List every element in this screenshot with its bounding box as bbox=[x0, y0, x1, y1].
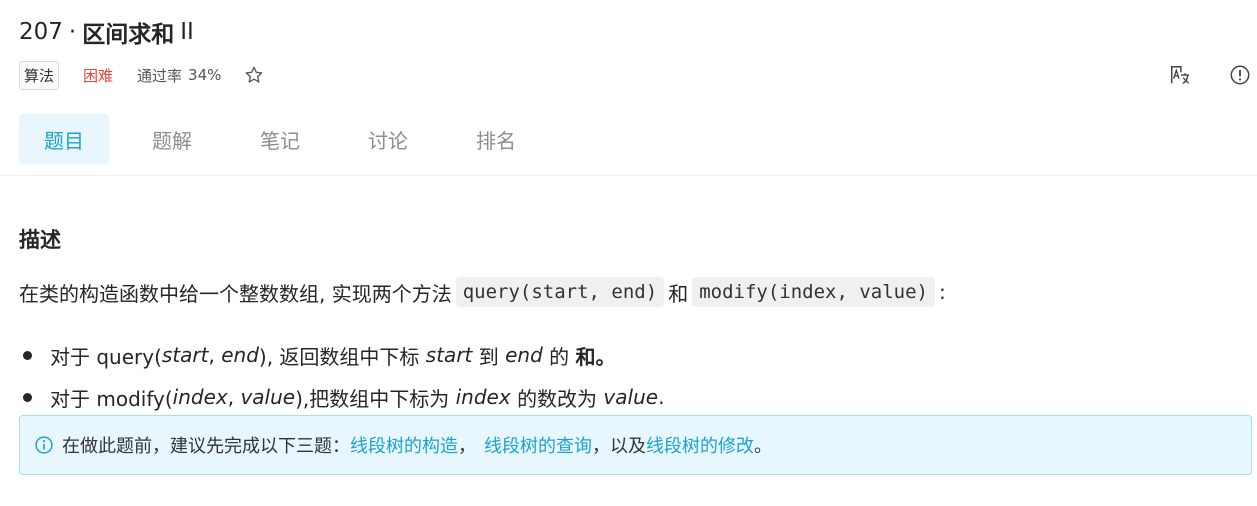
pass-rate-label: 通过率 bbox=[137, 66, 183, 85]
method-list: 对于 query( start , end ), 返回数组中下标 start 到… bbox=[19, 338, 664, 422]
bullet-text: ), 返回数组中下标 bbox=[258, 344, 420, 369]
link-segment-tree-query[interactable]: 线段树的查询 bbox=[484, 432, 592, 458]
notice-separator: ，以及 bbox=[592, 436, 646, 457]
title-separator: · bbox=[68, 19, 77, 45]
difficulty-label: 困难 bbox=[83, 66, 114, 85]
intro-text: 在类的构造函数中给一个整数数组, 实现两个方法 bbox=[19, 281, 452, 306]
bullet-arg: end bbox=[505, 343, 543, 367]
tab-notes[interactable]: 笔记 bbox=[235, 114, 325, 164]
conjunction-text: 和 bbox=[668, 281, 689, 306]
bullet-arg: start bbox=[161, 343, 209, 367]
problem-number: 207 bbox=[19, 19, 63, 45]
bullet-arg: start bbox=[425, 343, 473, 367]
code-query: query(start, end) bbox=[455, 277, 665, 307]
bullet-arg: value bbox=[240, 385, 296, 409]
list-item: 对于 query( start , end ), 返回数组中下标 start 到… bbox=[19, 338, 664, 372]
link-segment-tree-build[interactable]: 线段树的构造 bbox=[350, 432, 458, 458]
bullet-arg: index bbox=[172, 385, 228, 409]
category-tag[interactable]: 算法 bbox=[19, 60, 60, 90]
info-circle-icon[interactable] bbox=[1227, 62, 1253, 88]
tab-problem[interactable]: 题目 bbox=[19, 114, 109, 164]
tabs-divider bbox=[0, 175, 1257, 176]
colon-text: : bbox=[938, 280, 946, 304]
description-text: 在类的构造函数中给一个整数数组, 实现两个方法 query(start, end… bbox=[19, 274, 946, 310]
code-modify: modify(index, value) bbox=[692, 277, 935, 307]
bullet-text: . bbox=[658, 385, 665, 409]
problem-tabs: 题目 题解 笔记 讨论 排名 bbox=[19, 114, 559, 164]
translate-icon[interactable] bbox=[1167, 62, 1193, 88]
bullet-text: , bbox=[227, 385, 241, 409]
problem-meta: 算法 困难 通过率 34% bbox=[19, 60, 265, 90]
bullet-text: 到 bbox=[478, 344, 499, 369]
link-segment-tree-modify[interactable]: 线段树的修改 bbox=[646, 432, 754, 458]
notice-end: 。 bbox=[754, 436, 772, 457]
bullet-text: ),把数组中下标为 bbox=[295, 386, 450, 411]
pass-rate-value: 34% bbox=[188, 66, 222, 84]
bullet-text: 的数改为 bbox=[517, 386, 598, 411]
bullet-dot bbox=[23, 392, 32, 402]
tab-discussion[interactable]: 讨论 bbox=[343, 114, 433, 164]
bullet-text: 的 bbox=[549, 344, 570, 369]
bullet-text: 对于 modify( bbox=[50, 386, 173, 411]
bullet-text: , bbox=[208, 343, 222, 367]
problem-suffix: II bbox=[180, 19, 194, 45]
description-heading: 描述 bbox=[19, 228, 61, 252]
tab-ranking[interactable]: 排名 bbox=[451, 114, 541, 164]
notice-separator: ， bbox=[458, 436, 476, 457]
list-item: 对于 modify( index , value ),把数组中下标为 index… bbox=[19, 380, 664, 414]
tab-solutions[interactable]: 题解 bbox=[127, 114, 217, 164]
bullet-arg: end bbox=[221, 343, 259, 367]
star-icon[interactable] bbox=[243, 64, 265, 86]
bullet-dot bbox=[23, 350, 32, 360]
bullet-arg: index bbox=[455, 385, 511, 409]
bullet-text: 对于 query( bbox=[50, 344, 162, 369]
prerequisite-notice: 在做此题前，建议先完成以下三题： 线段树的构造 ， 线段树的查询 ，以及 线段树… bbox=[19, 415, 1252, 475]
problem-title: 207 · 区间求和 II bbox=[19, 17, 194, 48]
info-icon bbox=[34, 435, 54, 455]
bullet-arg: value bbox=[603, 385, 659, 409]
notice-text: 在做此题前，建议先完成以下三题： bbox=[62, 436, 350, 457]
header-actions bbox=[1167, 62, 1257, 88]
bullet-bold: 和。 bbox=[575, 344, 616, 369]
problem-name: 区间求和 bbox=[82, 22, 175, 48]
